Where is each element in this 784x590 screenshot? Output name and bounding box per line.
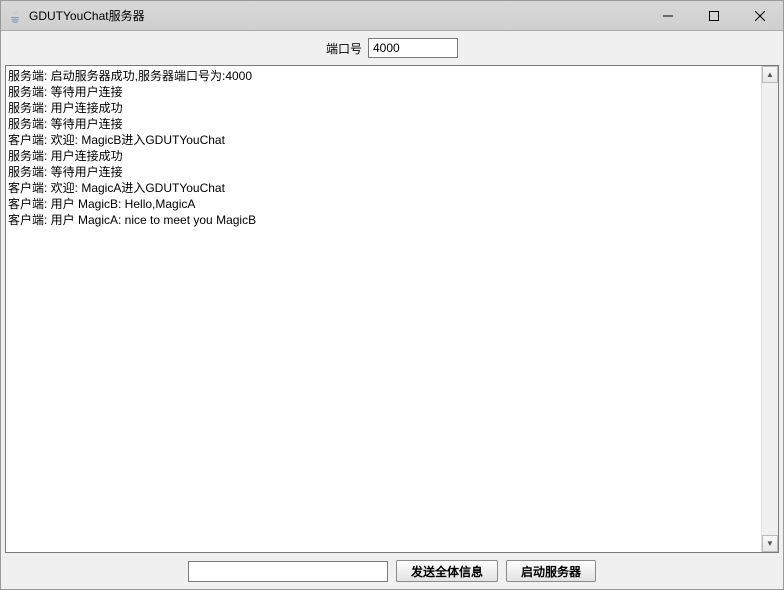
log-line: 服务端: 等待用户连接 — [8, 164, 759, 180]
log-line: 服务端: 启动服务器成功,服务器端口号为:4000 — [8, 68, 759, 84]
log-line: 服务端: 用户连接成功 — [8, 100, 759, 116]
scroll-track[interactable] — [762, 83, 778, 535]
window-title: GDUTYouChat服务器 — [29, 7, 145, 24]
log-line: 客户端: 用户 MagicB: Hello,MagicA — [8, 196, 759, 212]
titlebar: GDUTYouChat服务器 — [1, 1, 783, 31]
message-input[interactable] — [188, 561, 388, 582]
log-line: 客户端: 用户 MagicA: nice to meet you MagicB — [8, 212, 759, 228]
log-line: 服务端: 等待用户连接 — [8, 84, 759, 100]
app-window: GDUTYouChat服务器 端口号 服务端: 启动服务器成功,服务器端口号为:… — [0, 0, 784, 590]
log-line: 服务端: 等待用户连接 — [8, 116, 759, 132]
scroll-up-arrow-icon[interactable]: ▲ — [762, 66, 778, 83]
content-pane: 端口号 服务端: 启动服务器成功,服务器端口号为:4000服务端: 等待用户连接… — [1, 31, 783, 589]
bottom-toolbar: 发送全体信息 启动服务器 — [5, 557, 779, 585]
start-server-button[interactable]: 启动服务器 — [506, 560, 596, 582]
scroll-down-arrow-icon[interactable]: ▼ — [762, 535, 778, 552]
log-textarea[interactable]: 服务端: 启动服务器成功,服务器端口号为:4000服务端: 等待用户连接服务端:… — [6, 66, 761, 552]
close-button[interactable] — [737, 1, 783, 31]
minimize-button[interactable] — [645, 1, 691, 31]
port-label: 端口号 — [326, 40, 362, 57]
port-input[interactable] — [368, 38, 458, 58]
maximize-button[interactable] — [691, 1, 737, 31]
port-row: 端口号 — [5, 35, 779, 61]
log-panel: 服务端: 启动服务器成功,服务器端口号为:4000服务端: 等待用户连接服务端:… — [5, 65, 779, 553]
java-icon — [7, 8, 23, 24]
window-controls — [645, 1, 783, 31]
send-all-button[interactable]: 发送全体信息 — [396, 560, 498, 582]
log-line: 服务端: 用户连接成功 — [8, 148, 759, 164]
log-line: 客户端: 欢迎: MagicA进入GDUTYouChat — [8, 180, 759, 196]
log-line: 客户端: 欢迎: MagicB进入GDUTYouChat — [8, 132, 759, 148]
vertical-scrollbar[interactable]: ▲ ▼ — [761, 66, 778, 552]
